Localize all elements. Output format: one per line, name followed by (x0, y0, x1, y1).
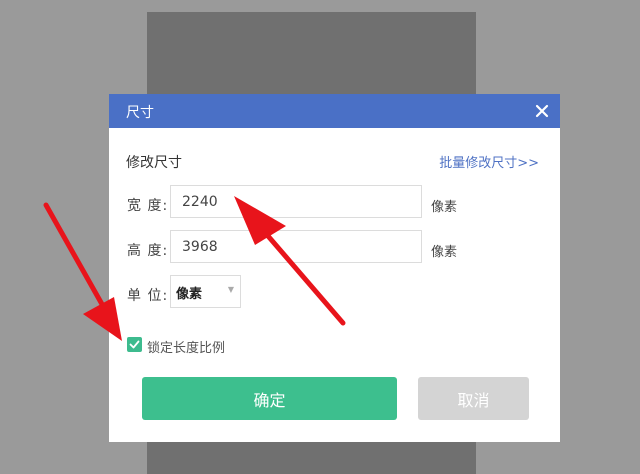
unit-select[interactable]: 像素 ▼ (170, 275, 241, 308)
unit-label: 单 位: (127, 288, 169, 304)
close-icon (535, 104, 549, 118)
cancel-button[interactable]: 取消 (418, 377, 529, 420)
height-field-box (170, 230, 422, 263)
width-label: 宽 度: (127, 198, 169, 214)
height-input[interactable] (171, 231, 421, 262)
width-field-box (170, 185, 422, 218)
close-button[interactable] (530, 99, 554, 123)
size-dialog: 尺寸 修改尺寸 批量修改尺寸>> 宽 度: 像素 高 度: 像素 单 位: 像素… (109, 94, 560, 442)
height-label: 高 度: (127, 243, 169, 259)
lock-ratio-label[interactable]: 锁定长度比例 (147, 337, 225, 356)
checkmark-icon (129, 340, 140, 349)
dialog-title: 尺寸 (126, 105, 154, 121)
chevron-down-icon: ▼ (227, 285, 234, 294)
confirm-button[interactable]: 确定 (142, 377, 397, 420)
section-title: 修改尺寸 (126, 155, 182, 171)
batch-resize-link[interactable]: 批量修改尺寸>> (439, 152, 539, 171)
unit-select-value: 像素 (176, 287, 203, 302)
lock-ratio-checkbox[interactable] (127, 337, 142, 352)
width-input[interactable] (171, 186, 421, 217)
dialog-titlebar: 尺寸 (109, 94, 560, 128)
height-unit: 像素 (431, 245, 458, 260)
width-unit: 像素 (431, 200, 458, 215)
